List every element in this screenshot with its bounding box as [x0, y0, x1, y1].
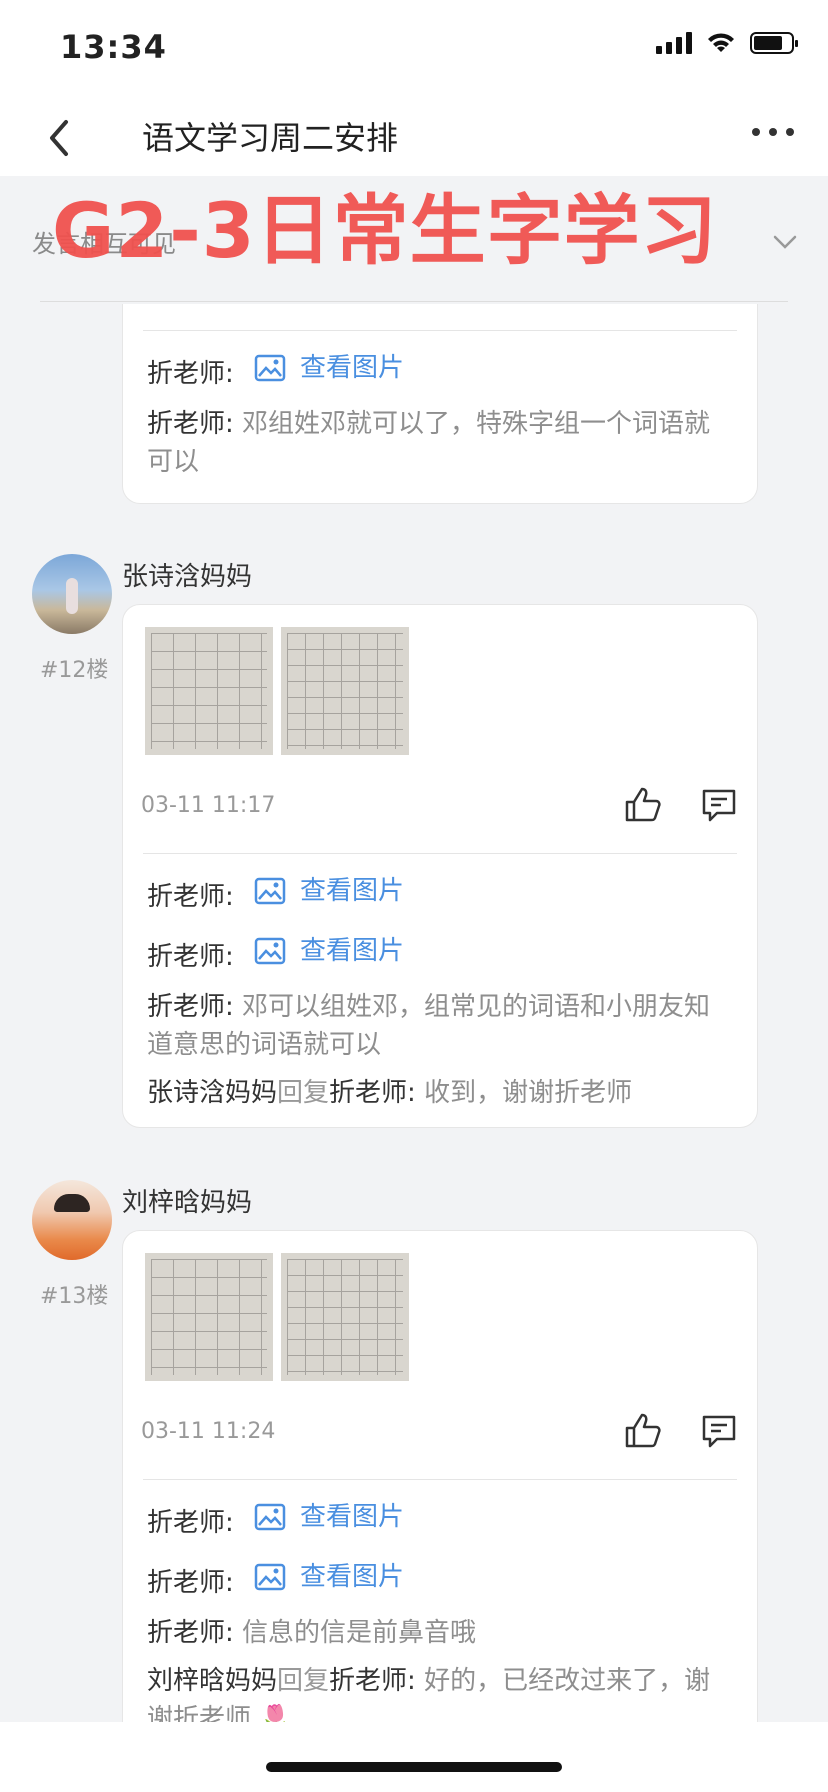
signal-icon: [656, 32, 692, 54]
view-image-label: 查看图片: [300, 1502, 405, 1532]
divider: [143, 330, 737, 331]
view-image-label: 查看图片: [300, 1562, 405, 1592]
divider: [40, 301, 788, 302]
image-icon: [254, 354, 286, 382]
home-bar-area: [0, 1722, 828, 1792]
view-image-link[interactable]: 查看图片: [254, 1498, 404, 1536]
battery-icon: [750, 32, 798, 54]
post-meta: 03-11 11:17: [141, 783, 739, 827]
reply-word: 回复: [277, 1078, 330, 1108]
reply-author: 折老师:: [147, 1618, 234, 1648]
image-thumbnail[interactable]: [145, 627, 273, 755]
image-icon: [254, 1503, 286, 1531]
floor-number: #13楼: [40, 1284, 109, 1309]
reply-row: 折老师: 查看图片: [147, 872, 733, 916]
reply-row: 折老师: 邓组姓邓就可以了，特殊字组一个词语就可以: [147, 405, 733, 481]
reply-author: 折老师:: [147, 992, 234, 1022]
view-image-link[interactable]: 查看图片: [254, 932, 404, 970]
status-icons: [656, 32, 798, 54]
reply-row: 折老师: 查看图片: [147, 349, 733, 393]
avatar[interactable]: [32, 554, 112, 634]
image-icon: [254, 877, 286, 905]
reply-message: 信息的信是前鼻音哦: [242, 1618, 477, 1648]
wifi-icon: [708, 33, 734, 52]
reply-word: 回复: [277, 1666, 330, 1696]
reply-row: 折老师: 邓可以组姓邓，组常见的词语和小朋友知道意思的词语就可以: [147, 988, 733, 1064]
post-time: 03-11 11:24: [141, 1418, 276, 1444]
reply-row: 折老师: 信息的信是前鼻音哦: [147, 1614, 733, 1652]
avatar[interactable]: [32, 1180, 112, 1260]
floor-card: 03-11 11:24 折老师: 查看图片 折老师: 查看图片 折老师: 信息的…: [122, 1230, 758, 1770]
divider: [143, 853, 737, 854]
view-image-label: 查看图片: [300, 936, 405, 966]
view-image-link[interactable]: 查看图片: [254, 1558, 404, 1596]
floor-number: #12楼: [40, 658, 109, 683]
reply-message: 收到，谢谢折老师: [424, 1078, 633, 1108]
comment-icon[interactable]: [699, 785, 739, 825]
status-time: 13:34: [60, 28, 167, 66]
comment-icon[interactable]: [699, 1411, 739, 1451]
reply-author: 折老师:: [147, 359, 234, 389]
prev-floor-card: 折老师: 查看图片 折老师: 邓组姓邓就可以了，特殊字组一个词语就可以: [122, 304, 758, 504]
status-bar: 13:34: [0, 0, 828, 100]
page-title: 语文学习周二安排: [142, 119, 399, 157]
image-thumbnail[interactable]: [281, 627, 409, 755]
reply-row: 折老师: 查看图片: [147, 1558, 733, 1602]
image-thumbnail[interactable]: [281, 1253, 409, 1381]
reply-row: 折老师: 查看图片: [147, 1498, 733, 1542]
reply-target: 折老师:: [329, 1666, 416, 1696]
back-icon[interactable]: [40, 114, 80, 162]
chevron-down-icon[interactable]: [772, 228, 798, 254]
like-icon[interactable]: [623, 1411, 663, 1451]
reply-target: 折老师:: [329, 1078, 416, 1108]
post-time: 03-11 11:17: [141, 792, 276, 818]
floor-user-name[interactable]: 刘梓晗妈妈: [122, 1182, 252, 1219]
overlay-title: G2-3日常生字学习: [52, 186, 718, 275]
view-image-label: 查看图片: [300, 876, 405, 906]
more-icon[interactable]: [752, 128, 794, 136]
reply-author: 折老师:: [147, 409, 234, 439]
image-thumbnails: [145, 627, 757, 755]
image-thumbnail[interactable]: [145, 1253, 273, 1381]
post-meta: 03-11 11:24: [141, 1409, 739, 1453]
reply-author: 折老师:: [147, 942, 234, 972]
reply-row: 折老师: 查看图片: [147, 932, 733, 976]
image-thumbnails: [145, 1253, 757, 1381]
reply-row: 张诗浛妈妈回复折老师: 收到，谢谢折老师: [147, 1074, 733, 1112]
reply-author: 刘梓晗妈妈: [147, 1666, 278, 1696]
reply-author: 张诗浛妈妈: [147, 1078, 278, 1108]
image-icon: [254, 937, 286, 965]
reply-author: 折老师:: [147, 1568, 234, 1598]
floor-user-name[interactable]: 张诗浛妈妈: [122, 556, 252, 593]
reply-author: 折老师:: [147, 882, 234, 912]
view-image-link[interactable]: 查看图片: [254, 349, 404, 387]
image-icon: [254, 1563, 286, 1591]
view-image-label: 查看图片: [300, 353, 405, 383]
like-icon[interactable]: [623, 785, 663, 825]
view-image-link[interactable]: 查看图片: [254, 872, 404, 910]
nav-bar: 语文学习周二安排: [0, 100, 828, 176]
floor-card: 03-11 11:17 折老师: 查看图片 折老师: 查看图片 折老师: 邓可以…: [122, 604, 758, 1128]
reply-author: 折老师:: [147, 1508, 234, 1538]
divider: [143, 1479, 737, 1480]
home-indicator[interactable]: [266, 1762, 562, 1772]
